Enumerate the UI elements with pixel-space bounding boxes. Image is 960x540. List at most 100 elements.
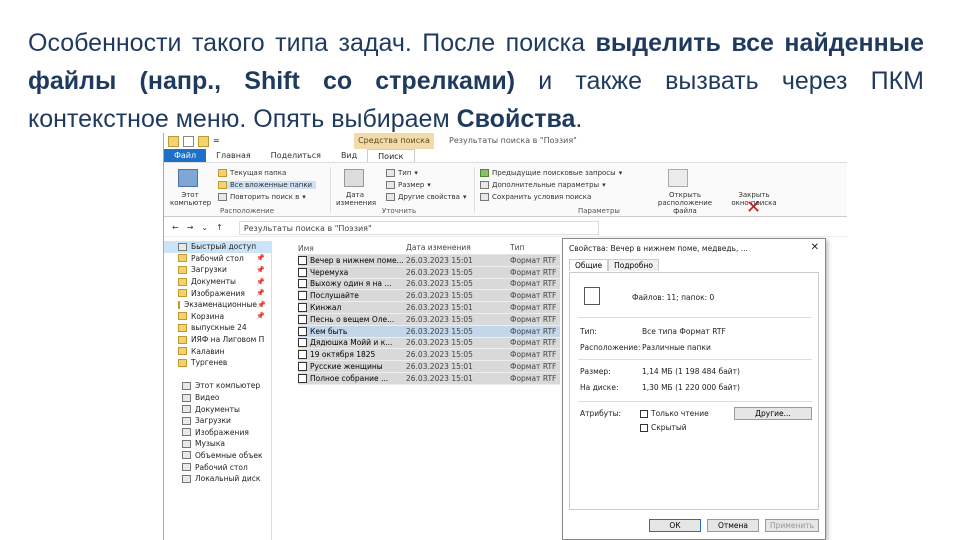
tab-details[interactable]: Подробно xyxy=(608,259,659,271)
nav-item[interactable]: Документы 📌 xyxy=(164,276,271,288)
size-value: 1,14 МБ (1 198 484 байт) xyxy=(642,367,740,376)
new-folder-icon[interactable] xyxy=(198,135,209,147)
folder-icon xyxy=(178,312,187,321)
tab-view[interactable]: Вид xyxy=(331,149,367,162)
tab-file[interactable]: Файл xyxy=(164,149,207,162)
file-date: 26.03.2023 15:05 xyxy=(406,291,473,301)
dialog-tabs: Общие Подробно xyxy=(569,259,659,271)
nav-item[interactable]: Изображения 📌 xyxy=(164,287,271,299)
hidden-checkbox[interactable]: Скрытый xyxy=(640,423,687,432)
table-row[interactable]: Кем быть 26.03.2023 15:05 Формат RTF xyxy=(298,325,560,338)
folder-icon xyxy=(182,439,191,448)
disk-label: На диске: xyxy=(580,383,619,392)
other-props-button[interactable]: Другие свойства ▾ xyxy=(386,193,466,201)
column-name[interactable]: Имя xyxy=(298,243,406,254)
nav-item[interactable]: Этот компьютер xyxy=(164,380,271,392)
recent-searches-button[interactable]: Предыдущие поисковые запросы ▾ xyxy=(480,169,622,177)
file-type: Формат RTF xyxy=(510,291,557,301)
customize-icon[interactable]: = xyxy=(213,135,221,147)
column-type[interactable]: Тип xyxy=(510,243,560,254)
document-icon xyxy=(298,267,307,277)
size-button[interactable]: Размер ▾ xyxy=(386,181,431,189)
nav-item[interactable]: Экзаменационные 📌 xyxy=(164,299,271,311)
cancel-button[interactable]: Отмена xyxy=(707,519,759,532)
save-icon xyxy=(480,193,489,201)
nav-item[interactable]: Музыка xyxy=(164,438,271,450)
current-folder-button[interactable]: Текущая папка xyxy=(218,169,286,177)
file-type: Формат RTF xyxy=(510,326,557,336)
readonly-checkbox[interactable]: Только чтение xyxy=(640,409,709,418)
other-attributes-button[interactable]: Другие... xyxy=(734,407,812,420)
nav-item[interactable]: Тургенев xyxy=(164,357,271,369)
nav-item[interactable]: Видео xyxy=(164,392,271,404)
table-row[interactable]: Русские женщины 26.03.2023 15:01 Формат RT… xyxy=(298,361,560,373)
apply-button[interactable]: Применить xyxy=(765,519,819,532)
column-date[interactable]: Дата изменения xyxy=(406,243,510,254)
table-row[interactable]: Послушайте 26.03.2023 15:05 Формат RTF xyxy=(298,290,560,303)
address-path[interactable]: Результаты поиска в "Поэзия" xyxy=(238,220,599,235)
nav-item[interactable]: Загрузки 📌 xyxy=(164,264,271,276)
nav-item[interactable]: выпускные 24 xyxy=(164,322,271,334)
this-pc-button[interactable]: Этот компьютер xyxy=(170,191,211,207)
nav-item[interactable]: Изображения xyxy=(164,427,271,439)
pin-icon: 📌 xyxy=(256,254,265,263)
document-icon xyxy=(298,373,307,383)
refine-group-label: Уточнить xyxy=(382,207,417,215)
nav-item-label: Этот компьютер xyxy=(195,381,261,391)
file-name: Дядюшка Мойй и к... xyxy=(310,338,393,348)
modified-button[interactable]: Дата изменения xyxy=(336,191,376,207)
nav-arrows[interactable]: ←→⌄↑ xyxy=(172,223,231,232)
properties-icon[interactable] xyxy=(183,135,194,147)
save-search-button[interactable]: Сохранить условия поиска xyxy=(480,193,591,201)
table-row[interactable]: Черемуха 26.03.2023 15:05 Формат RTF xyxy=(298,266,560,279)
all-subfolders-button[interactable]: Все вложенные папки xyxy=(218,181,317,189)
table-row[interactable]: Песнь о вещем Оле... 26.03.2023 15:05 Форм… xyxy=(298,313,560,326)
type-button[interactable]: Тип ▾ xyxy=(386,169,418,177)
table-row[interactable]: Кинжал 26.03.2023 15:01 Формат RTF xyxy=(298,302,560,314)
open-location-button[interactable]: Открыть расположение файла xyxy=(646,191,724,215)
nav-item[interactable]: Объемные объек xyxy=(164,450,271,462)
tab-home[interactable]: Главная xyxy=(206,149,261,162)
nav-item[interactable]: ИЯФ на Лиговом П xyxy=(164,334,271,346)
table-row[interactable]: Вечер в нижнем поме... 26.03.2023 15:01 Фо… xyxy=(298,255,560,267)
tab-search[interactable]: Поиск xyxy=(367,149,415,162)
close-search-button[interactable]: Закрыть окно поиска xyxy=(730,191,778,207)
nav-item[interactable]: Калавин xyxy=(164,345,271,357)
file-type: Формат RTF xyxy=(510,373,557,383)
type-label: Тип: xyxy=(580,327,597,336)
explorer-screenshot: = Средства поиска Результаты поиска в "П… xyxy=(163,133,847,540)
tab-general[interactable]: Общие xyxy=(569,259,609,271)
address-bar: ←→⌄↑ Результаты поиска в "Поэзия" xyxy=(164,219,847,237)
folder-icon xyxy=(182,381,191,390)
advanced-options-button[interactable]: Дополнительные параметры ▾ xyxy=(480,181,606,189)
search-again-button[interactable]: Повторить поиск в ▾ xyxy=(218,193,306,201)
table-row[interactable]: Дядюшка Мойй и к... 26.03.2023 15:05 Форма… xyxy=(298,337,560,350)
bold-text-properties: Свойства xyxy=(456,105,576,133)
options-icon xyxy=(480,181,489,189)
table-row[interactable]: Выхожу один я на ... 26.03.2023 15:05 Форм… xyxy=(298,278,560,291)
pin-icon: 📌 xyxy=(256,289,265,298)
calendar-icon xyxy=(344,169,364,187)
close-icon[interactable]: ✕ xyxy=(811,242,819,253)
file-rows: Вечер в нижнем поме... 26.03.2023 15:01 Фо… xyxy=(298,255,560,385)
nav-item[interactable]: Быстрый доступ xyxy=(164,241,271,253)
nav-item[interactable]: Рабочий стол xyxy=(164,461,271,473)
tab-share[interactable]: Поделиться xyxy=(261,149,331,162)
nav-item-label: Калавин xyxy=(191,346,225,356)
nav-item-label: Локальный диск xyxy=(195,474,261,484)
nav-item[interactable]: Локальный диск xyxy=(164,473,271,485)
search-tools-tab[interactable]: Средства поиска xyxy=(354,133,434,149)
text-part: Особенности такого типа задач. После пои… xyxy=(28,29,596,57)
recent-icon xyxy=(480,169,489,177)
folder-icon xyxy=(178,335,187,344)
folder-icon xyxy=(182,416,191,425)
table-row[interactable]: 19 октября 1825 26.03.2023 15:05 Формат RT… xyxy=(298,349,560,362)
table-row[interactable]: Полное собрание ... 26.03.2023 15:01 Форма… xyxy=(298,372,560,385)
nav-item[interactable]: Корзина 📌 xyxy=(164,311,271,323)
folder-icon xyxy=(182,463,191,472)
nav-item[interactable]: Загрузки xyxy=(164,415,271,427)
file-name-cell: Полное собрание ... xyxy=(298,373,406,383)
nav-item[interactable]: Рабочий стол 📌 xyxy=(164,253,271,265)
ok-button[interactable]: ОК xyxy=(649,519,701,532)
nav-item[interactable]: Документы xyxy=(164,403,271,415)
